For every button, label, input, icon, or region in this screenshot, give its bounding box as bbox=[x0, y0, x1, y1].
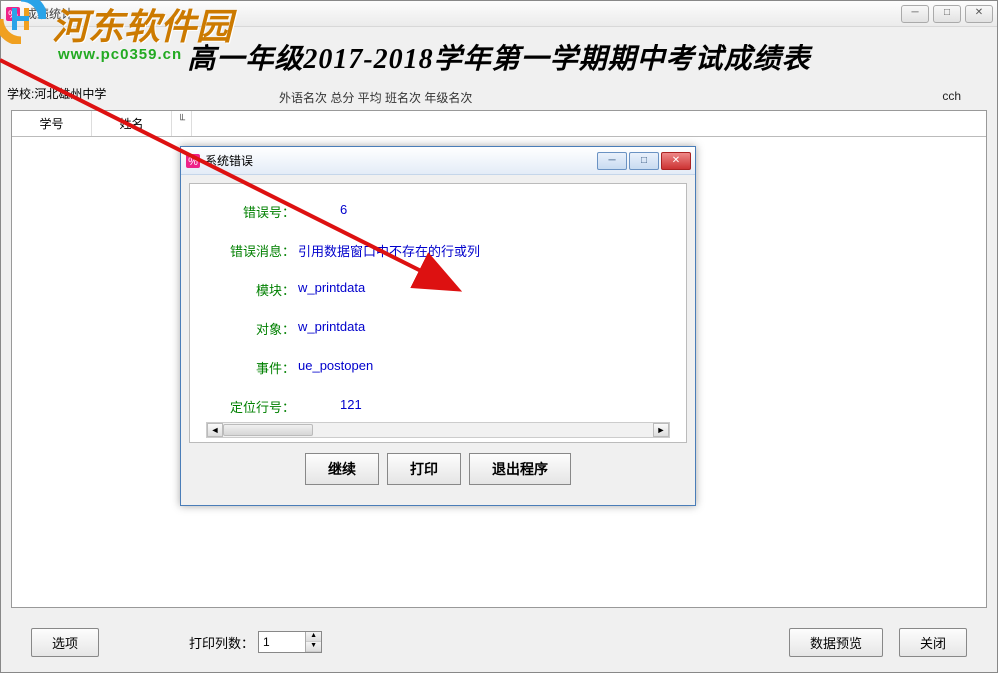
row-module: 模块： w_printdata bbox=[208, 280, 670, 299]
exit-button[interactable]: 退出程序 bbox=[469, 453, 571, 485]
school-name: 河北雄州中学 bbox=[34, 85, 106, 102]
error-dialog: % 系统错误 ─ □ ✕ 错误号： 6 错误消息： 引用数据窗口中不存在的行或列… bbox=[180, 146, 696, 506]
row-object: 对象： w_printdata bbox=[208, 319, 670, 338]
dialog-title: 系统错误 bbox=[205, 152, 595, 169]
row-line: 定位行号： 121 bbox=[208, 397, 670, 416]
dialog-titlebar[interactable]: % 系统错误 ─ □ ✕ bbox=[181, 147, 695, 175]
object-value: w_printdata bbox=[298, 319, 365, 338]
errno-label: 错误号 bbox=[208, 202, 282, 221]
main-titlebar[interactable]: % 成绩统计 ─ □ ✕ bbox=[1, 1, 997, 27]
scroll-track[interactable] bbox=[223, 423, 653, 437]
close-main-button[interactable]: 关闭 bbox=[899, 628, 967, 657]
dialog-maximize[interactable]: □ bbox=[629, 152, 659, 170]
svg-text:%: % bbox=[188, 156, 198, 168]
row-event: 事件： ue_postopen bbox=[208, 358, 670, 377]
app-icon: % bbox=[5, 6, 21, 22]
scroll-left-icon[interactable]: ◄ bbox=[207, 423, 223, 437]
print-button[interactable]: 打印 bbox=[387, 453, 461, 485]
errmsg-label: 错误消息 bbox=[208, 241, 282, 260]
maximize-button[interactable]: □ bbox=[933, 5, 961, 23]
scroll-right-icon[interactable]: ► bbox=[653, 423, 669, 437]
col-header-name[interactable]: 姓名 bbox=[92, 111, 172, 136]
bottom-bar: 选项 打印列数： ▲ ▼ 数据预览 关闭 bbox=[1, 622, 997, 662]
window-title: 成绩统计 bbox=[25, 5, 897, 22]
page-title: 高一年级2017-2018学年第一学期期中考试成绩表 bbox=[1, 27, 997, 83]
error-icon: % bbox=[185, 153, 201, 169]
col-header-id[interactable]: 学号 bbox=[12, 111, 92, 136]
scroll-thumb[interactable] bbox=[223, 424, 313, 436]
school-line: 学校: 河北雄州中学 bbox=[1, 83, 997, 104]
close-button[interactable]: ✕ bbox=[965, 5, 993, 23]
spinner-up[interactable]: ▲ bbox=[306, 632, 321, 642]
errno-value: 6 bbox=[340, 202, 347, 221]
svg-text:%: % bbox=[8, 9, 18, 21]
error-panel: 错误号： 6 错误消息： 引用数据窗口中不存在的行或列 模块： w_printd… bbox=[189, 183, 687, 443]
print-cols-label: 打印列数： bbox=[189, 633, 254, 652]
preview-button[interactable]: 数据预览 bbox=[789, 628, 883, 657]
window-controls: ─ □ ✕ bbox=[897, 5, 993, 23]
cch-label: cch bbox=[942, 89, 961, 103]
dialog-hscrollbar[interactable]: ◄ ► bbox=[206, 422, 670, 438]
dialog-content: 错误号： 6 错误消息： 引用数据窗口中不存在的行或列 模块： w_printd… bbox=[181, 175, 695, 505]
object-label: 对象 bbox=[208, 319, 282, 338]
print-cols-input[interactable] bbox=[259, 632, 305, 652]
line-label: 定位行号 bbox=[208, 397, 282, 416]
minimize-button[interactable]: ─ bbox=[901, 5, 929, 23]
event-value: ue_postopen bbox=[298, 358, 373, 377]
module-value: w_printdata bbox=[298, 280, 365, 299]
options-button[interactable]: 选项 bbox=[31, 628, 99, 657]
dialog-minimize[interactable]: ─ bbox=[597, 152, 627, 170]
dialog-window-controls: ─ □ ✕ bbox=[595, 152, 691, 170]
row-errno: 错误号： 6 bbox=[208, 202, 670, 221]
dialog-buttonbar: 继续 打印 退出程序 bbox=[189, 443, 687, 497]
extra-columns: 外语名次 总分 平均 班名次 年级名次 bbox=[279, 89, 472, 106]
row-errmsg: 错误消息： 引用数据窗口中不存在的行或列 bbox=[208, 241, 670, 260]
errmsg-value: 引用数据窗口中不存在的行或列 bbox=[298, 241, 480, 260]
dialog-close[interactable]: ✕ bbox=[661, 152, 691, 170]
spinner-down[interactable]: ▼ bbox=[306, 642, 321, 652]
school-label: 学校: bbox=[7, 85, 34, 102]
event-label: 事件 bbox=[208, 358, 282, 377]
grid-header: 学号 姓名 ╙ bbox=[12, 111, 986, 137]
print-cols-spinner[interactable]: ▲ ▼ bbox=[258, 631, 322, 653]
module-label: 模块 bbox=[208, 280, 282, 299]
line-value: 121 bbox=[340, 397, 362, 416]
continue-button[interactable]: 继续 bbox=[305, 453, 379, 485]
col-header-tiny[interactable]: ╙ bbox=[172, 111, 192, 136]
